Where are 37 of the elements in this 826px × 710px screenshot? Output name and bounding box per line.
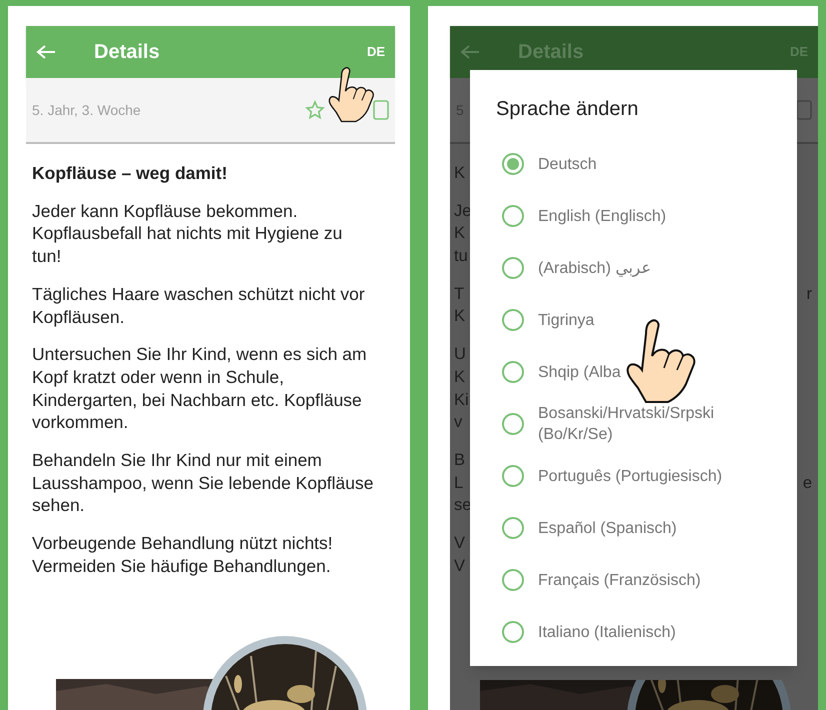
language-option[interactable]: Português (Portugiesisch) xyxy=(496,450,797,502)
text-fragment: U xyxy=(454,344,466,366)
language-button[interactable]: DE xyxy=(366,42,385,62)
text-fragment: T xyxy=(454,284,464,305)
language-option[interactable]: English (Englisch) xyxy=(496,190,797,242)
text-fragment: K xyxy=(454,366,466,388)
language-option[interactable]: Français (Französisch) xyxy=(496,554,797,606)
article-paragraph: Behandeln Sie Ihr Kind nur mit einem Lausshampoo, wenn Sie lebende Kopfläuse sehen. xyxy=(32,449,374,518)
language-option[interactable]: Deutsch xyxy=(496,138,797,190)
text-fragment: r xyxy=(806,284,812,305)
language-option[interactable]: Italiano (Italienisch) xyxy=(496,606,797,658)
text-fragment: K xyxy=(454,223,466,244)
text-fragment: V xyxy=(454,532,466,554)
text-fragment: V xyxy=(454,556,466,577)
article-paragraph: Tägliches Haare waschen schützt nicht vor Kopfläusen. xyxy=(32,282,366,328)
text-fragment: Je xyxy=(454,200,472,222)
language-option[interactable]: Bosanski/Hrvatski/Srpski (Bo/Kr/Se) xyxy=(496,398,797,450)
text-fragment: e xyxy=(802,472,812,494)
text-fragment: K xyxy=(454,306,466,328)
text-fragment: L xyxy=(454,472,464,494)
text-fragment: K xyxy=(454,163,466,184)
article-paragraph: Vorbeugende Behandlung nützt nichts! Vermeiden Sie häufige Behandlungen. xyxy=(32,532,334,578)
text-fragment: tu xyxy=(454,246,468,268)
language-option[interactable]: Tigrinya xyxy=(496,294,797,346)
article-paragraph: Jeder kann Kopfläuse bekommen. Kopflausbefall hat nichts mit Hygiene zu tun! xyxy=(32,200,344,268)
article-paragraph: Untersuchen Sie Ihr Kind, wenn es sich am Kopf kratzt oder wenn in Schule, Kindergarten, bei Nachbarn etc. Kopfläuse vorkommen. xyxy=(32,343,368,434)
language-option[interactable]: (Arabisch) عربي xyxy=(496,242,797,294)
week-label: 5. Jahr, 3. Woche xyxy=(32,100,141,120)
text-fragment: B xyxy=(454,450,466,471)
text-fragment: v xyxy=(454,412,462,434)
text-fragment: se xyxy=(454,495,472,516)
language-option[interactable]: Shqip (Alba xyxy=(496,346,797,398)
screen-title: Details xyxy=(94,40,160,65)
dialog-title: Sprache ändern xyxy=(496,97,640,122)
article-title: Kopfläuse – weg damit! xyxy=(32,162,228,185)
language-option[interactable]: Español (Spanisch) xyxy=(496,502,797,554)
text-fragment: Ki xyxy=(454,390,469,410)
